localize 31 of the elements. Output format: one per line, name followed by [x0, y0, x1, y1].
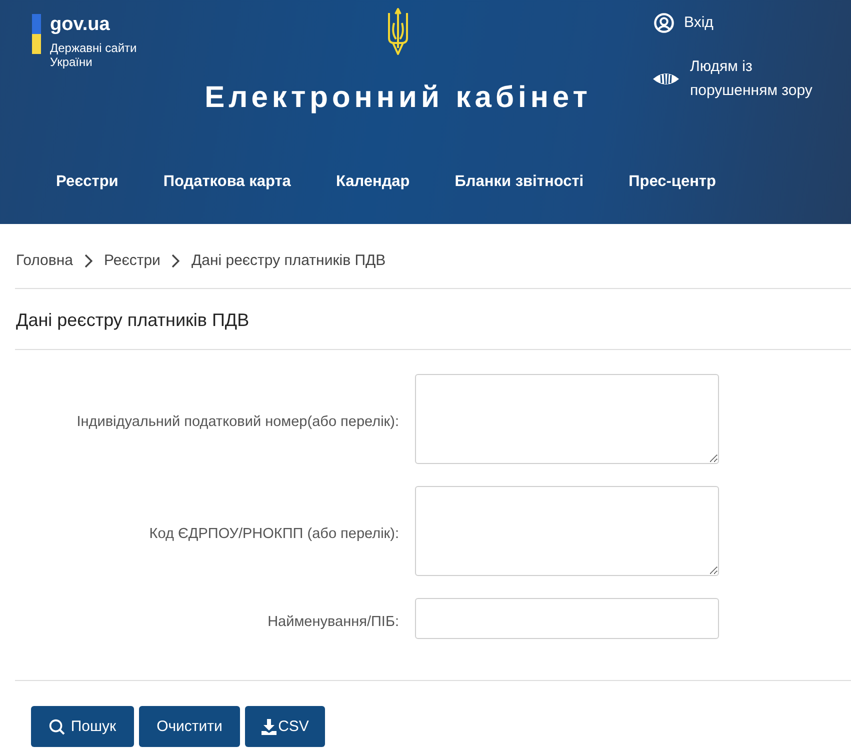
breadcrumb-link[interactable]: Головна [16, 250, 73, 272]
input-field[interactable] [415, 598, 719, 639]
breadcrumb-link[interactable]: Дані реєстру платників ПДВ [191, 250, 386, 272]
nav-link[interactable]: Прес-центр [628, 170, 716, 197]
field-label: Індивідуальний податковий номер(або перелік): [76, 413, 399, 432]
eye-icon [652, 71, 680, 87]
field-label: Код ЄДРПОУ/РНОКПП (або перелік): [148, 525, 399, 544]
nav-link[interactable]: Календар [336, 170, 410, 197]
nav-link[interactable]: Реєстри [56, 170, 118, 197]
search-icon [48, 718, 65, 734]
nav-link[interactable]: Бланки звітності [454, 170, 584, 197]
nav-link[interactable]: Податкова карта [163, 170, 291, 197]
search-button[interactable]: Пошук [31, 706, 134, 747]
textarea-field[interactable] [415, 374, 719, 464]
clear-button[interactable]: Очистити [139, 706, 240, 747]
breadcrumb-link[interactable]: Реєстри [104, 250, 160, 272]
chevron-right-icon [171, 254, 180, 268]
login-link[interactable]: Вхід [654, 11, 714, 35]
textarea-field[interactable] [415, 486, 719, 576]
field-label: Найменування/ПІБ: [266, 612, 399, 632]
logo-tagline: Державні сайти України [50, 41, 138, 69]
flag-icon [32, 14, 41, 54]
trident-icon [385, 8, 411, 56]
export-button[interactable]: CSV [245, 706, 325, 747]
site-logo-text[interactable]: gov.ua [50, 13, 110, 37]
download-icon [261, 718, 278, 734]
site-title: Електронний кабінет [204, 80, 592, 116]
user-icon [654, 13, 674, 33]
accessibility-link[interactable]: Людям із порушенням зору [654, 55, 820, 103]
page-title: Дані реєстру платників ПДВ [15, 309, 250, 332]
chevron-right-icon [84, 254, 93, 268]
